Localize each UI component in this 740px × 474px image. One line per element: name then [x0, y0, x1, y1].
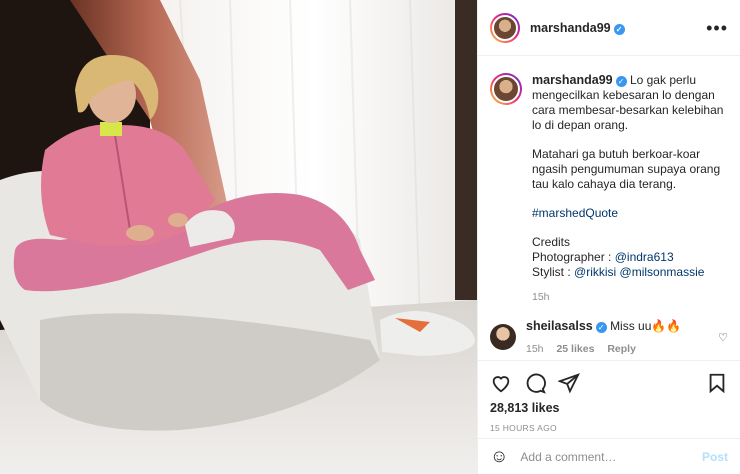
caption-meta: 15h — [532, 290, 728, 305]
likes-count[interactable]: 28,813 likes — [490, 401, 728, 415]
comments-section: marshanda99 ✓ Lo gak perlu mengecilkan ke… — [478, 57, 740, 357]
caption-username[interactable]: marshanda99 — [532, 73, 613, 87]
reply-button[interactable]: Reply — [607, 343, 636, 355]
comment-time[interactable]: 15h — [526, 343, 544, 355]
heart-icon[interactable] — [490, 372, 512, 394]
photo-illustration — [0, 0, 477, 474]
verified-badge-icon: ✓ — [595, 322, 607, 333]
share-icon[interactable] — [558, 372, 580, 394]
post-side-panel: marshanda99 ✓ ••• marshanda99 ✓ Lo gak per… — [477, 0, 740, 474]
verified-badge-icon: ✓ — [615, 76, 627, 87]
emoji-smiley-icon[interactable]: ☺ — [490, 446, 508, 467]
post-header: marshanda99 ✓ ••• — [478, 0, 740, 56]
fire-emoji: 🔥🔥 — [651, 319, 682, 333]
author-username[interactable]: marshanda99 ✓ — [530, 21, 625, 35]
post-comment-button[interactable]: Post — [702, 450, 728, 464]
caption-time[interactable]: 15h — [532, 291, 550, 303]
comment-row: sheilasalss ✓ Miss uu🔥🔥 15h 25 likes Repl… — [490, 319, 728, 355]
stylist-mention-2[interactable]: milsonmassie — [632, 265, 705, 279]
author-avatar[interactable] — [490, 12, 520, 43]
caption-row: marshanda99 ✓ Lo gak perlu mengecilkan ke… — [490, 73, 728, 305]
commenter-avatar[interactable] — [490, 324, 516, 350]
credits-title: Credits — [532, 235, 571, 249]
commenter-username[interactable]: sheilasalss — [526, 319, 593, 333]
credits-photographer: Photographer : @indra613 — [532, 250, 674, 264]
bookmark-icon[interactable] — [706, 372, 728, 394]
post-photo[interactable] — [0, 0, 477, 474]
instagram-post: marshanda99 ✓ ••• marshanda99 ✓ Lo gak per… — [0, 0, 740, 474]
post-timestamp[interactable]: 15 HOURS AGO — [490, 423, 728, 433]
post-actions: 28,813 likes 15 HOURS AGO — [478, 360, 740, 433]
hashtag-link[interactable]: #marshedQuote — [532, 206, 618, 220]
caption-paragraph-2: Matahari ga butuh berkoar-koar ngasih pe… — [532, 147, 721, 191]
photographer-mention[interactable]: @indra613 — [615, 250, 674, 264]
caption-text: marshanda99 ✓ Lo gak perlu mengecilkan ke… — [532, 73, 728, 305]
comment-like-heart-icon[interactable]: ♡ — [718, 331, 728, 344]
comment-text: Miss uu — [610, 319, 652, 333]
comment-input[interactable] — [520, 449, 702, 464]
caption-avatar[interactable] — [490, 73, 522, 105]
add-comment-bar: ☺ Post — [478, 438, 740, 474]
stylist-mention-1[interactable]: @rikkisi — [574, 265, 616, 279]
more-options-icon[interactable]: ••• — [706, 19, 728, 37]
comment-meta: 15h 25 likes Reply — [526, 343, 718, 355]
comment-likes[interactable]: 25 likes — [556, 343, 594, 355]
verified-badge-icon: ✓ — [613, 23, 625, 35]
credits-stylist: Stylist : @rikkisi @milsonmassie — [532, 265, 705, 279]
comment-icon[interactable] — [524, 372, 546, 394]
